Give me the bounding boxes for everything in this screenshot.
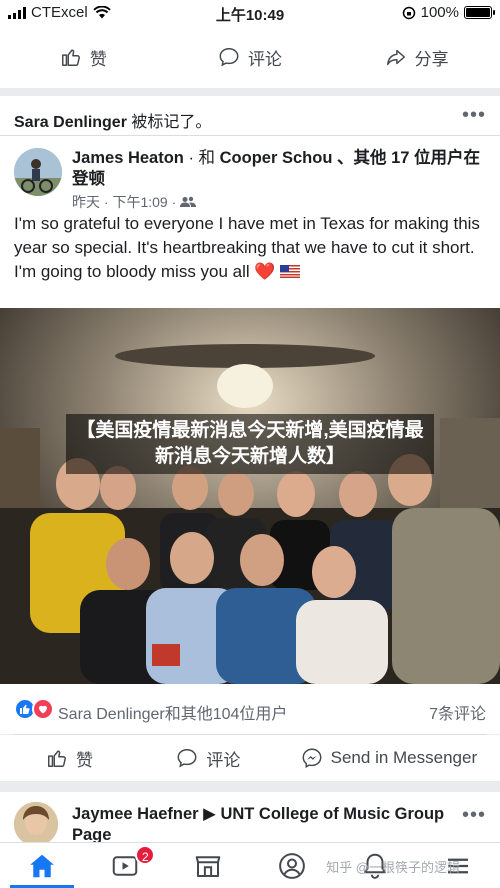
share-label: 分享 xyxy=(414,49,449,69)
tagged-user[interactable]: Sara Denlinger xyxy=(14,114,127,131)
author-name[interactable]: James Heaton xyxy=(72,149,184,167)
like-icon xyxy=(61,49,80,66)
post-date[interactable]: 昨天 · 下午1:09 · xyxy=(72,194,176,210)
post-like-button[interactable]: 赞 xyxy=(0,746,139,771)
video-badge: 2 xyxy=(135,845,156,865)
next-more-icon[interactable]: ••• xyxy=(462,804,486,827)
next-author-avatar[interactable] xyxy=(14,802,58,842)
post-header: James Heaton · 和 Cooper Schou 、其他 17 位用户… xyxy=(0,136,500,212)
photo-caption: 【美国疫情最新消息今天新增,美国疫情最新消息今天新增人数】 xyxy=(66,414,434,474)
comment-icon xyxy=(177,749,197,768)
post-text: I'm so grateful to everyone I have met i… xyxy=(0,212,500,292)
tagged-with[interactable]: Cooper Schou xyxy=(220,149,333,167)
tag-line: Sara Denlinger 被标记了。 ••• xyxy=(0,96,500,136)
tab-marketplace[interactable] xyxy=(167,843,250,888)
post-actions: 赞 评论 Send in Messenger xyxy=(0,735,500,781)
like-icon xyxy=(47,750,66,767)
tab-bar: 2 知乎 @一根筷子的逻辑 xyxy=(0,842,500,888)
post-meta: 昨天 · 下午1:09 · xyxy=(72,192,197,212)
send-messenger-button[interactable]: Send in Messenger xyxy=(278,747,500,769)
home-icon xyxy=(29,854,54,877)
post-comment-label: 评论 xyxy=(206,750,241,770)
comment-label: 评论 xyxy=(248,49,282,69)
battery-fill xyxy=(466,8,490,17)
tab-profile[interactable] xyxy=(250,843,333,888)
love-reaction-icon xyxy=(32,698,54,720)
next-author-name[interactable]: Jaymee Haefner xyxy=(72,805,199,823)
tab-video[interactable]: 2 xyxy=(83,843,166,888)
us-flag-icon xyxy=(280,265,301,278)
next-author-line: Jaymee Haefner ▶ UNT College of Music Gr… xyxy=(72,804,486,842)
author-avatar[interactable] xyxy=(14,148,62,196)
post-comment-button[interactable]: 评论 xyxy=(139,746,278,771)
messenger-label: Send in Messenger xyxy=(330,748,478,767)
author-sep: · 和 xyxy=(183,149,220,167)
comment-button[interactable]: 评论 xyxy=(167,45,334,70)
next-post-card: Jaymee Haefner ▶ UNT College of Music Gr… xyxy=(0,792,500,842)
messenger-icon xyxy=(302,748,322,768)
next-author-arrow: ▶ xyxy=(198,805,221,823)
reactions-text[interactable]: Sara Denlinger和其他104位用户 xyxy=(58,700,287,724)
post-photo[interactable]: 【美国疫情最新消息今天新增,美国疫情最新消息今天新增人数】 xyxy=(0,308,500,684)
reactions-summary[interactable]: Sara Denlinger和其他104位用户 7条评论 xyxy=(0,684,500,734)
people-group xyxy=(0,454,500,684)
reaction-icons xyxy=(14,698,54,720)
friends-icon xyxy=(180,196,197,207)
comment-icon xyxy=(219,48,239,67)
orientation-lock-icon xyxy=(402,6,415,19)
tab-home[interactable] xyxy=(0,843,83,888)
heart-emoji: ❤️ xyxy=(254,262,276,281)
more-icon[interactable]: ••• xyxy=(462,104,486,127)
author-line: James Heaton · 和 Cooper Schou 、其他 17 位用户… xyxy=(72,148,486,190)
post-card: Sara Denlinger 被标记了。 ••• James Heaton · … xyxy=(0,96,500,308)
post-like-label: 赞 xyxy=(75,750,93,770)
profile-icon xyxy=(278,852,305,879)
status-right: 100% xyxy=(402,4,495,21)
tag-suffix: 被标记了。 xyxy=(126,114,212,131)
comments-count[interactable]: 7条评论 xyxy=(429,700,486,724)
like-button[interactable]: 赞 xyxy=(0,45,167,70)
watermark-text: 知乎 @一根筷子的逻辑 xyxy=(326,860,460,875)
like-label: 赞 xyxy=(89,49,107,69)
share-icon xyxy=(386,49,405,66)
share-button[interactable]: 分享 xyxy=(333,45,500,70)
marketplace-icon xyxy=(196,855,221,877)
post-body: I'm so grateful to everyone I have met i… xyxy=(14,214,480,281)
previous-post-actions: 赞 评论 分享 xyxy=(0,26,500,88)
status-bar: CTExcel 上午10:49 100% xyxy=(0,0,500,26)
battery-percent: 100% xyxy=(420,4,459,21)
battery-icon xyxy=(464,6,495,19)
